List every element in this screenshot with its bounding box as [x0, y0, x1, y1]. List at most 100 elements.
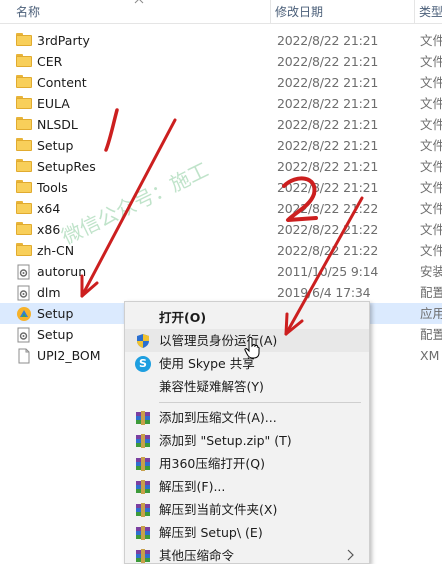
file-name: CER — [37, 54, 63, 69]
menu-item-compat-troubleshoot[interactable]: 兼容性疑难解答(Y) — [125, 375, 369, 398]
document-icon — [16, 348, 32, 364]
menu-item-add-to-archive[interactable]: 添加到压缩文件(A)... — [125, 406, 369, 429]
file-name: autorun — [37, 264, 87, 279]
folder-icon — [16, 96, 32, 110]
file-row[interactable]: dlm 2019/6/4 17:34 配置 — [0, 282, 442, 303]
file-name: 3rdParty — [37, 33, 90, 48]
file-date: 2022/8/22 21:22 — [277, 243, 379, 258]
winrar-archive-icon — [135, 548, 151, 564]
file-row[interactable]: Tools 2022/8/22 21:21 文件 — [0, 177, 442, 198]
menu-item-extract-here[interactable]: 解压到当前文件夹(X) — [125, 498, 369, 521]
folder-icon — [16, 117, 32, 131]
chevron-right-icon — [345, 549, 355, 561]
hand-cursor-icon — [244, 336, 262, 360]
file-date: 2019/6/4 17:34 — [277, 285, 371, 300]
file-type: 配置 — [420, 327, 442, 342]
file-name: dlm — [37, 285, 61, 300]
file-name: Content — [37, 75, 87, 90]
file-date: 2022/8/22 21:21 — [277, 117, 379, 132]
file-row[interactable]: 3rdParty 2022/8/22 21:21 文件 — [0, 30, 442, 51]
menu-item-label: 解压到当前文件夹(X) — [159, 502, 278, 517]
menu-separator — [159, 402, 361, 403]
settings-file-icon — [16, 327, 32, 343]
file-date: 2022/8/22 21:21 — [277, 33, 379, 48]
file-type: 文件 — [420, 75, 442, 90]
file-type: 文件 — [420, 96, 442, 111]
winrar-archive-icon — [135, 479, 151, 495]
file-type: 配置 — [420, 285, 442, 300]
file-row[interactable]: x64 2022/8/22 21:22 文件 — [0, 198, 442, 219]
file-type: 文件 — [420, 159, 442, 174]
file-row[interactable]: autorun 2011/10/25 9:14 安装 — [0, 261, 442, 282]
folder-icon — [16, 54, 32, 68]
file-date: 2022/8/22 21:21 — [277, 180, 379, 195]
folder-icon — [16, 243, 32, 257]
file-row[interactable]: NLSDL 2022/8/22 21:21 文件 — [0, 114, 442, 135]
file-name: x64 — [37, 201, 61, 216]
folder-icon — [16, 159, 32, 173]
folder-icon — [16, 75, 32, 89]
file-type: 文件 — [420, 180, 442, 195]
file-type: 应用 — [420, 306, 442, 321]
file-name: Tools — [37, 180, 68, 195]
file-type: 安装 — [420, 264, 442, 279]
menu-item-open-with-360[interactable]: 用360压缩打开(Q) — [125, 452, 369, 475]
sort-ascending-icon — [134, 0, 144, 6]
winrar-archive-icon — [135, 502, 151, 518]
file-type: 文件 — [420, 201, 442, 216]
file-date: 2022/8/22 21:21 — [277, 138, 379, 153]
menu-item-label: 使用 Skype 共享 — [159, 356, 255, 371]
file-row[interactable]: CER 2022/8/22 21:21 文件 — [0, 51, 442, 72]
file-name: SetupRes — [37, 159, 96, 174]
file-row[interactable]: EULA 2022/8/22 21:21 文件 — [0, 93, 442, 114]
winrar-archive-icon — [135, 410, 151, 426]
winrar-archive-icon — [135, 525, 151, 541]
file-type: 文件 — [420, 243, 442, 258]
menu-item-label: 解压到(F)... — [159, 479, 226, 494]
file-row[interactable]: Setup 2022/8/22 21:21 文件 — [0, 135, 442, 156]
column-type-header[interactable]: 类型 — [414, 0, 442, 24]
file-date: 2022/8/22 21:21 — [277, 75, 379, 90]
file-date: 2022/8/22 21:21 — [277, 96, 379, 111]
folder-icon — [16, 222, 32, 236]
column-header: 名称 修改日期 类型 — [0, 0, 442, 24]
file-row[interactable]: Content 2022/8/22 21:21 文件 — [0, 72, 442, 93]
menu-item-add-to-zip[interactable]: 添加到 "Setup.zip" (T) — [125, 429, 369, 452]
file-type: 文件 — [420, 117, 442, 132]
menu-item-other-compress[interactable]: 其他压缩命令 — [125, 544, 369, 564]
folder-icon — [16, 33, 32, 47]
folder-icon — [16, 201, 32, 215]
column-name-label: 名称 — [16, 5, 41, 19]
setup-app-icon — [16, 306, 32, 321]
file-type: XM — [420, 348, 440, 363]
skype-icon: S — [135, 356, 151, 372]
file-type: 文件 — [420, 33, 442, 48]
column-type-label: 类型 — [419, 5, 442, 19]
file-name: Setup — [37, 138, 74, 153]
file-type: 文件 — [420, 54, 442, 69]
menu-item-extract-to-setup[interactable]: 解压到 Setup\ (E) — [125, 521, 369, 544]
uac-shield-icon — [135, 333, 151, 349]
file-date: 2022/8/22 21:21 — [277, 159, 379, 174]
menu-item-label: 打开(O) — [159, 310, 207, 325]
folder-icon — [16, 138, 32, 152]
menu-item-label: 添加到压缩文件(A)... — [159, 410, 277, 425]
file-date: 2022/8/22 21:22 — [277, 222, 379, 237]
file-type: 文件 — [420, 138, 442, 153]
file-row[interactable]: SetupRes 2022/8/22 21:21 文件 — [0, 156, 442, 177]
settings-file-icon — [16, 285, 32, 301]
menu-item-label: 其他压缩命令 — [159, 548, 235, 563]
file-name: Setup — [37, 327, 74, 342]
winrar-archive-icon — [135, 433, 151, 449]
menu-item-open[interactable]: 打开(O) — [125, 306, 369, 329]
file-date: 2011/10/25 9:14 — [277, 264, 379, 279]
menu-item-label: 兼容性疑难解答(Y) — [159, 379, 264, 394]
folder-icon — [16, 180, 32, 194]
file-date: 2022/8/22 21:22 — [277, 201, 379, 216]
file-name: EULA — [37, 96, 70, 111]
menu-item-label: 用360压缩打开(Q) — [159, 456, 265, 471]
column-date-header[interactable]: 修改日期 — [270, 0, 414, 24]
file-type: 文件 — [420, 222, 442, 237]
menu-item-extract-to[interactable]: 解压到(F)... — [125, 475, 369, 498]
settings-file-icon — [16, 264, 32, 280]
